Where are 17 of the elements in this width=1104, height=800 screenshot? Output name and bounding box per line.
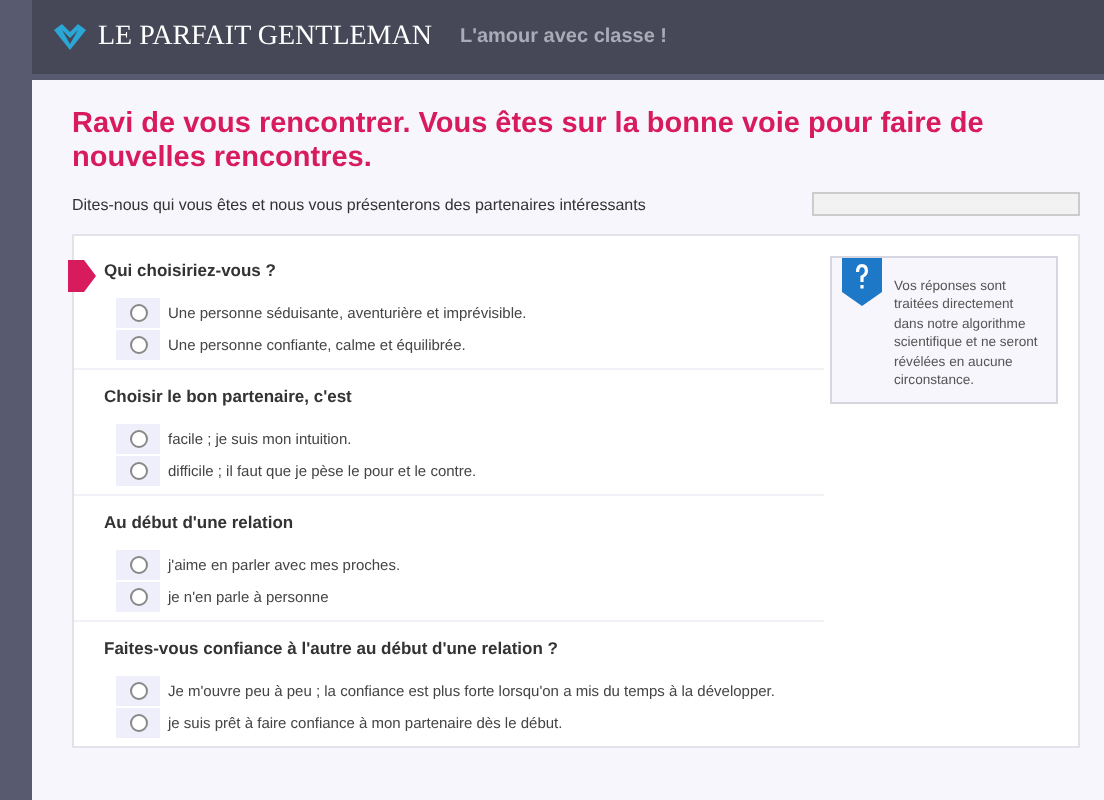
subtitle: Dites-nous qui vous êtes et nous vous présenterons des partenaires intéressants [72, 195, 646, 213]
question-title: Au début d'une relation [104, 512, 296, 532]
radio-button[interactable] [116, 330, 160, 360]
tagline: L'amour avec classe ! [459, 26, 668, 48]
question-title: Qui choisiriez-vous ? [104, 260, 278, 280]
radio-button[interactable] [116, 550, 160, 580]
question-title: Faites-vous confiance à l'autre au début d'une relation ? [104, 638, 560, 658]
radio-button[interactable] [116, 582, 160, 612]
radio-button[interactable] [116, 676, 160, 706]
page-title: Ravi de vous rencontrer. Vous êtes sur la bonne voie pour faire de nouvelles rencontres. [72, 108, 986, 176]
radio-button[interactable] [116, 456, 160, 486]
heart-logo-icon [52, 23, 88, 51]
radio-button[interactable] [116, 424, 160, 454]
radio-button[interactable] [116, 298, 160, 328]
radio-button[interactable] [116, 708, 160, 738]
brand-name: LE PARFAIT GENTLEMAN [98, 21, 432, 53]
question-title: Choisir le bon partenaire, c'est [104, 386, 354, 406]
